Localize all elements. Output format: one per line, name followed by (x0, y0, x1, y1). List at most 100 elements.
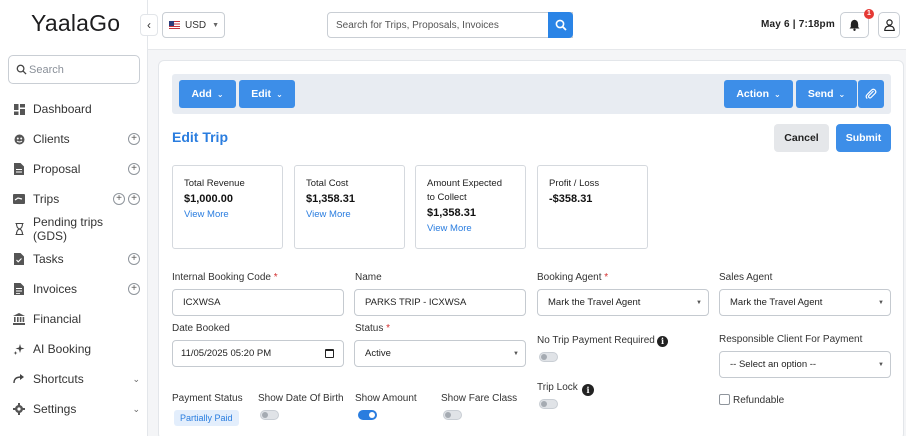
currency-select[interactable]: USD ▼ (162, 12, 225, 38)
stat-label: Total Cost (306, 178, 349, 189)
global-search-placeholder: Search for Trips, Proposals, Invoices (336, 19, 499, 31)
notification-count-badge: 1 (864, 9, 874, 19)
sidebar-item-financial[interactable]: Financial (0, 304, 148, 334)
sidebar-item-pending-trips[interactable]: Pending trips (GDS) (0, 214, 148, 244)
add-dropdown-button[interactable]: Add ⌄ (179, 80, 236, 108)
user-menu-button[interactable] (878, 12, 900, 38)
add-client-icon[interactable]: + (128, 133, 140, 145)
app-logo[interactable]: YaalaGo (31, 10, 120, 37)
trip-lock-toggle[interactable] (539, 399, 558, 409)
caret-down-icon: ▼ (513, 350, 519, 357)
current-datetime: May 6 | 7:18pm (761, 19, 835, 30)
add-invoice-icon[interactable]: + (128, 283, 140, 295)
info-icon[interactable]: i (582, 384, 594, 396)
stat-value: -$358.31 (549, 193, 593, 205)
chevron-down-icon[interactable]: ⌄ (132, 404, 140, 415)
field-value: Active (365, 348, 391, 359)
required-mark: * (386, 323, 391, 334)
no-trip-payment-toggle[interactable] (539, 352, 558, 362)
chevron-down-icon: ⌄ (276, 89, 283, 99)
sidebar-item-clients[interactable]: Clients + (0, 124, 148, 154)
sidebar-item-label: AI Booking (33, 342, 92, 356)
sidebar-item-trips[interactable]: Trips + + (0, 184, 148, 214)
submit-button[interactable]: Submit (836, 124, 891, 152)
stat-card-amount-expected: Amount Expected to Collect $1,358.31 Vie… (415, 165, 526, 249)
chevron-left-icon: ‹ (147, 18, 151, 32)
view-more-link[interactable]: View More (427, 223, 514, 234)
sidebar-search-input[interactable]: Search (8, 55, 140, 84)
global-search-button[interactable] (548, 12, 573, 38)
field-value: Mark the Travel Agent (548, 297, 641, 308)
booking-agent-select[interactable]: Mark the Travel Agent ▼ (537, 289, 709, 316)
payment-status-label: Payment Status (172, 393, 243, 404)
sidebar-item-shortcuts[interactable]: Shortcuts ⌄ (0, 364, 148, 394)
date-booked-label: Date Booked (172, 323, 230, 334)
add-trip-alt-icon[interactable]: + (128, 193, 140, 205)
sidebar-item-dashboard[interactable]: Dashboard (0, 94, 148, 124)
send-dropdown-button[interactable]: Send ⌄ (796, 80, 857, 108)
caret-down-icon: ▼ (878, 361, 884, 368)
sidebar-item-tasks[interactable]: Tasks + (0, 244, 148, 274)
status-label: Status * (355, 323, 390, 334)
sidebar-search-placeholder: Search (29, 63, 64, 76)
add-trip-icon[interactable]: + (113, 193, 125, 205)
document-icon (13, 163, 25, 175)
show-fare-class-toggle[interactable] (443, 410, 462, 420)
add-task-icon[interactable]: + (128, 253, 140, 265)
gear-icon (13, 403, 25, 415)
sidebar-item-label: Financial (33, 312, 82, 326)
sidebar-item-label: Proposal (33, 162, 81, 176)
calendar-icon[interactable] (325, 349, 334, 358)
clients-icon (13, 133, 25, 145)
sidebar-item-proposal[interactable]: Proposal + (0, 154, 148, 184)
stat-value: $1,358.31 (306, 193, 355, 205)
view-more-link[interactable]: View More (306, 209, 393, 220)
name-label: Name (355, 272, 382, 283)
shortcut-icon (13, 373, 25, 385)
edit-label: Edit (251, 88, 272, 100)
caret-down-icon: ▼ (212, 21, 219, 29)
date-booked-input[interactable]: 11/05/2025 05:20 PM (172, 340, 344, 367)
currency-value: USD (185, 19, 207, 31)
cancel-button[interactable]: Cancel (774, 124, 829, 152)
label-text: Internal Booking Code (172, 272, 271, 283)
attachment-button[interactable] (858, 80, 884, 108)
action-label: Action (736, 88, 769, 100)
show-amount-toggle[interactable] (358, 410, 377, 420)
user-icon (883, 19, 895, 31)
chevron-down-icon: ⌄ (838, 89, 846, 99)
field-value: PARKS TRIP - ICXWSA (365, 297, 467, 308)
sidebar-item-label: Tasks (33, 252, 64, 266)
view-more-link[interactable]: View More (184, 209, 271, 220)
booking-code-input[interactable]: ICXWSA (172, 289, 344, 316)
sidebar-item-label: Pending trips (GDS) (33, 215, 104, 243)
search-icon (16, 64, 27, 75)
sidebar-item-invoices[interactable]: Invoices + (0, 274, 148, 304)
field-value: -- Select an option -- (730, 359, 817, 370)
sales-agent-select[interactable]: Mark the Travel Agent ▼ (719, 289, 891, 316)
sidebar-collapse-button[interactable]: ‹ (140, 14, 158, 36)
add-proposal-icon[interactable]: + (128, 163, 140, 175)
field-value: Mark the Travel Agent (730, 297, 823, 308)
sidebar-item-label: Trips (33, 192, 60, 206)
chevron-down-icon[interactable]: ⌄ (132, 374, 140, 385)
show-dob-toggle[interactable] (260, 410, 279, 420)
edit-dropdown-button[interactable]: Edit ⌄ (239, 80, 295, 108)
sidebar-item-label: Invoices (33, 282, 78, 296)
show-dob-label: Show Date Of Birth (258, 393, 344, 404)
sidebar-item-ai-booking[interactable]: AI Booking (0, 334, 148, 364)
sidebar-item-settings[interactable]: Settings ⌄ (0, 394, 148, 424)
booking-code-label: Internal Booking Code * (172, 272, 278, 283)
status-select[interactable]: Active ▼ (354, 340, 526, 367)
trip-name-input[interactable]: PARKS TRIP - ICXWSA (354, 289, 526, 316)
refundable-checkbox[interactable] (719, 394, 730, 405)
bell-icon (849, 19, 860, 31)
info-icon[interactable]: i (657, 336, 668, 347)
required-mark: * (604, 272, 609, 283)
booking-agent-label: Booking Agent * (537, 272, 608, 283)
responsible-client-select[interactable]: -- Select an option -- ▼ (719, 351, 891, 378)
stat-label: Amount Expected to Collect (427, 178, 502, 203)
action-dropdown-button[interactable]: Action ⌄ (724, 80, 793, 108)
stat-label: Profit / Loss (549, 178, 600, 189)
global-search-input[interactable]: Search for Trips, Proposals, Invoices (327, 12, 573, 38)
